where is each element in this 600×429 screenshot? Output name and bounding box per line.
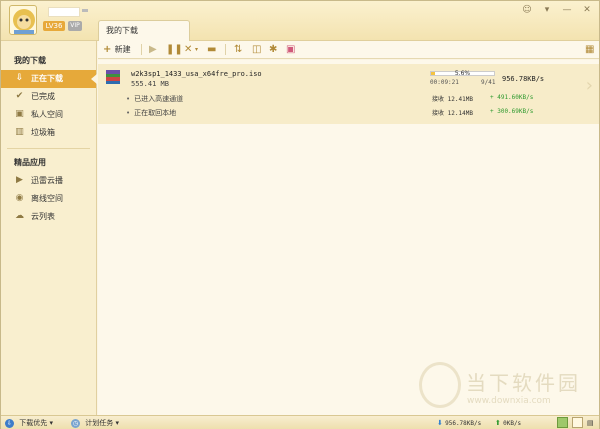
more-icon[interactable]: ▤ [587,418,594,428]
sidebar-item-label: 离线空间 [31,194,63,203]
recv-label: 接收 [432,96,445,103]
list-view-button[interactable] [557,417,568,428]
priority-label: 下载优先 [19,419,48,427]
sidebar-item-downloading[interactable]: ⇩ 正在下载 [1,70,97,88]
sort-icon[interactable]: ⇅ [234,43,242,57]
priority-icon: ⇩ [5,418,14,428]
minimize-icon[interactable]: — [561,5,573,15]
sub-recv-high-speed: 接收 12.41MB [432,94,473,103]
chevron-down-icon: ▾ [49,419,53,427]
toolbar: + 新建 ▶ ❚❚ ✕ ▾ ▬ ⇅ ◫ ✱ ▣ ▦ [98,41,599,59]
download-speed-value: 956.78KB/s [445,420,482,427]
user-status-indicator [82,9,88,12]
offline-space-icon: ◉ [15,193,24,203]
sidebar-item-offline-space[interactable]: ◉ 离线空间 [1,190,96,208]
task-elapsed-time: 00:09:21 [430,79,459,86]
task-file-size: 555.41 MB [131,80,169,88]
vip-channel-icon[interactable]: ▣ [286,43,295,57]
private-space-icon: ▣ [15,109,24,119]
recv-label: 接收 [432,110,445,117]
delete-icon[interactable]: ✕ [184,43,192,57]
clock-icon: ◷ [71,418,80,428]
sidebar-item-completed[interactable]: ✔ 已完成 [1,88,96,106]
schedule-label: 计划任务 [85,419,114,427]
cloud-play-icon: ▶ [16,175,23,185]
delete-dropdown-icon[interactable]: ▾ [195,43,198,57]
new-task-label: 新建 [114,45,131,54]
upload-speed-indicator: ⬆ 0KB/s [495,418,521,429]
sidebar-item-private-space[interactable]: ▣ 私人空间 [1,106,96,124]
upload-arrow-icon: ⬆ [495,419,501,427]
close-icon[interactable]: ✕ [581,5,593,15]
pause-icon[interactable]: ❚❚ [166,43,183,57]
chevron-right-icon[interactable]: › [586,75,593,96]
window-controls: ☺ ▾ — ✕ [521,5,593,15]
task-peers: 9/41 [481,79,496,86]
sub-speed-high-speed: + 491.60KB/s [490,94,534,101]
sidebar-item-label: 云列表 [31,212,55,221]
sub-recv-retrieving: 接收 12.14MB [432,108,473,117]
sidebar-item-label: 迅雷云播 [31,176,63,185]
sidebar-item-cloud-list[interactable]: ☁ 云列表 [1,208,96,226]
status-bar: ⇩ 下载优先 ▾ ◷ 计划任务 ▾ ⬇ 956.78KB/s ⬆ 0KB/s ▤ [1,415,599,429]
sub-speed-retrieving: + 300.69KB/s [490,108,534,115]
download-list: w2k3sp1_1433_usa_x64fre_pro.iso 555.41 M… [98,60,599,415]
toolbar-divider [225,44,226,55]
sub-status-retrieving: 正在取回本地 [126,108,176,118]
download-icon: ⇩ [15,73,24,83]
title-bar: LV36 VIP ☺ ▾ — ✕ [1,1,599,41]
plus-icon: + [103,44,112,55]
download-priority-button[interactable]: ⇩ 下载优先 ▾ [5,418,53,428]
checkmark-icon: ✔ [15,91,24,101]
open-folder-icon[interactable]: ▬ [207,43,216,57]
sidebar: 我的下载 ⇩ 正在下载 ✔ 已完成 ▣ 私人空间 ▥ 垃圾箱 精品应用 ▶ 迅雷… [1,41,97,415]
watermark-text: 当下软件园 [466,371,581,395]
download-speed-indicator: ⬇ 956.78KB/s [437,418,481,429]
sidebar-heading-apps: 精品应用 [14,158,46,167]
sub-status-high-speed: 已进入高速通道 [126,94,183,104]
start-icon[interactable]: ▶ [149,43,157,57]
download-task-row[interactable]: w2k3sp1_1433_usa_x64fre_pro.iso 555.41 M… [98,64,599,124]
tab-my-downloads[interactable]: 我的下载 [98,20,190,42]
user-avatar[interactable] [9,5,37,35]
sidebar-item-cloud-play[interactable]: ▶ 迅雷云播 [1,172,96,190]
sidebar-item-label: 正在下载 [31,74,63,83]
task-progress-text: 5.6% [454,70,471,77]
toolbar-divider [141,44,142,55]
upload-speed-value: 0KB/s [503,420,522,427]
cloud-list-icon: ☁ [15,211,24,221]
vip-badge[interactable]: VIP [68,21,82,31]
sidebar-item-trash[interactable]: ▥ 垃圾箱 [1,124,96,142]
watermark-logo [419,362,461,408]
chevron-down-icon: ▾ [115,419,119,427]
grid-view-icon[interactable]: ▦ [585,43,594,57]
trash-icon: ▥ [15,127,24,137]
compact-view-button[interactable] [572,417,583,428]
settings-gear-icon[interactable]: ✱ [269,43,277,57]
app-window: LV36 VIP ☺ ▾ — ✕ 我的下载 我的下载 ⇩ 正在下载 ✔ 已完成 … [0,0,600,429]
task-filename: w2k3sp1_1433_usa_x64fre_pro.iso [131,70,262,78]
sidebar-item-label: 私人空间 [31,110,63,119]
skin-icon[interactable]: ☺ [521,5,533,15]
recv-size: 12.41MB [447,96,473,103]
username-field [48,7,80,17]
sidebar-item-label: 垃圾箱 [31,128,55,137]
new-task-button[interactable]: + 新建 [103,43,131,57]
download-arrow-icon: ⬇ [437,419,443,427]
level-badge: LV36 [43,21,65,31]
sidebar-heading-my-downloads: 我的下载 [14,56,46,65]
recv-size: 12.14MB [447,110,473,117]
sidebar-item-label: 已完成 [31,92,55,101]
scheduled-tasks-button[interactable]: ◷ 计划任务 ▾ [71,418,119,428]
watermark-url: www.downxia.com [467,396,551,406]
menu-icon[interactable]: ▾ [541,5,553,15]
task-total-speed: 956.78KB/s [502,75,545,83]
properties-icon[interactable]: ◫ [252,43,261,57]
archive-file-icon [106,70,120,84]
